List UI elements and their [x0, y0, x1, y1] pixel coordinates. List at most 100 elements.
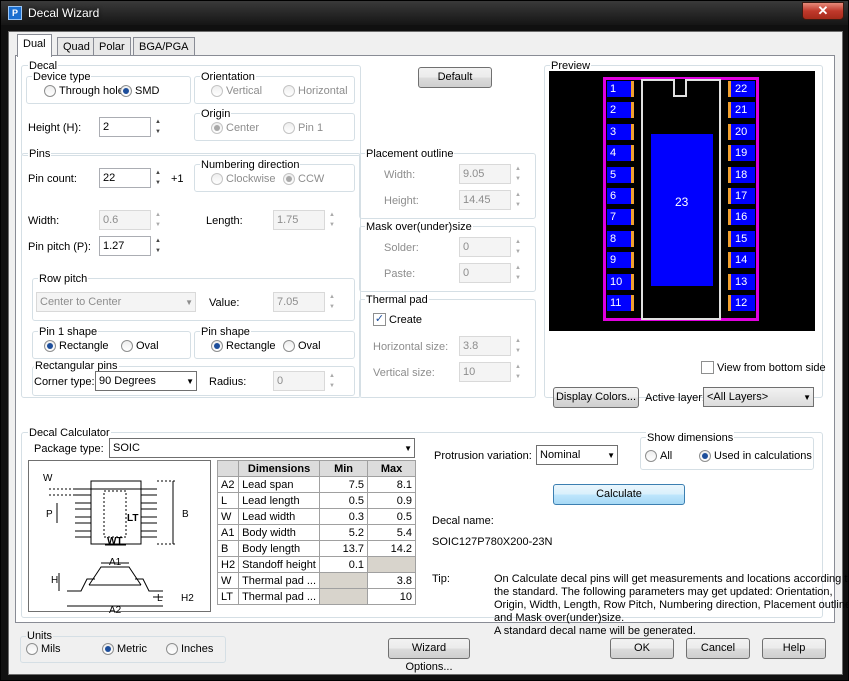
pin1-rectangle-radio[interactable]: Rectangle	[44, 340, 109, 352]
table-cell-code: H2	[216, 556, 240, 573]
table-cell-min[interactable]	[319, 572, 369, 589]
tab-bga-pga[interactable]: BGA/PGA	[133, 37, 195, 56]
row-pitch-mode-select[interactable]: Center to Center ▼	[36, 292, 196, 312]
tip-label: Tip:	[432, 573, 450, 585]
placement-height-spinner[interactable]: ▲ ▼	[512, 190, 524, 210]
soic-outline-drawing: W P B LT WT A1 H L H2 A2	[43, 473, 194, 616]
smd-radio[interactable]: SMD	[120, 85, 159, 97]
vertical-size-input[interactable]: 10	[459, 362, 511, 382]
dim-w-label: W	[43, 473, 53, 484]
placement-width-spinner[interactable]: ▲ ▼	[512, 164, 524, 184]
origin-center-radio[interactable]: Center	[211, 122, 259, 134]
dim-b-label: B	[182, 509, 189, 520]
pin-rectangle-radio[interactable]: Rectangle	[211, 340, 276, 352]
cancel-button[interactable]: Cancel	[686, 638, 750, 659]
table-cell-code: A2	[216, 476, 240, 493]
table-cell-min[interactable]: 0.3	[319, 508, 369, 525]
pin-count-input[interactable]: 22	[99, 168, 151, 188]
radius-spinner[interactable]: ▲ ▼	[326, 371, 338, 391]
table-cell-code: B	[216, 540, 240, 557]
table-cell-min[interactable]: 0.5	[319, 492, 369, 509]
tab-polar[interactable]: Polar	[93, 37, 131, 56]
active-layer-select[interactable]: <All Layers> ▼	[703, 387, 814, 407]
radius-input[interactable]: 0	[273, 371, 325, 391]
close-button[interactable]: ✕	[802, 2, 844, 20]
calculate-button[interactable]: Calculate	[553, 484, 685, 505]
default-button[interactable]: Default	[418, 67, 492, 88]
table-cell-max[interactable]: 10	[367, 588, 417, 605]
table-cell-name: Lead span	[238, 476, 321, 493]
table-row: A1 Body width 5.2 5.4	[216, 524, 417, 541]
horizontal-size-spinner[interactable]: ▲ ▼	[512, 336, 524, 356]
row-pitch-value-label: Value:	[209, 297, 240, 309]
pin-pitch-spinner[interactable]: ▲ ▼	[152, 236, 164, 256]
table-cell-max[interactable]	[367, 556, 417, 573]
solder-spinner[interactable]: ▲ ▼	[512, 237, 524, 257]
table-cell-min[interactable]: 7.5	[319, 476, 369, 493]
table-row: H2 Standoff height 0.1	[216, 556, 417, 573]
table-row: W Lead width 0.3 0.5	[216, 508, 417, 525]
pin-length-spinner[interactable]: ▲ ▼	[326, 210, 338, 230]
height-input[interactable]: 2	[99, 117, 151, 137]
dim-h2-label: H2	[181, 593, 194, 604]
pin1-oval-radio[interactable]: Oval	[121, 340, 159, 352]
table-cell-max[interactable]: 0.9	[367, 492, 417, 509]
pin-width-spinner[interactable]: ▲ ▼	[152, 210, 164, 230]
row-pitch-value-spinner[interactable]: ▲ ▼	[326, 292, 338, 312]
pin-oval-radio[interactable]: Oval	[283, 340, 321, 352]
tab-dual[interactable]: Dual	[17, 34, 52, 57]
origin-pin1-radio[interactable]: Pin 1	[283, 122, 323, 134]
help-button[interactable]: Help	[762, 638, 826, 659]
table-cell-max[interactable]: 14.2	[367, 540, 417, 557]
vertical-radio[interactable]: Vertical	[211, 85, 262, 97]
ok-button[interactable]: OK	[610, 638, 674, 659]
clockwise-radio[interactable]: Clockwise	[211, 173, 276, 185]
show-used-radio[interactable]: Used in calculations	[699, 450, 812, 462]
units-metric-radio[interactable]: Metric	[102, 643, 147, 655]
view-bottom-checkbox[interactable]: View from bottom side	[701, 361, 826, 374]
table-cell-max[interactable]: 8.1	[367, 476, 417, 493]
numbering-direction-label: Numbering direction	[200, 159, 301, 171]
horizontal-size-input[interactable]: 3.8	[459, 336, 511, 356]
preview-pin: 4	[607, 145, 634, 162]
solder-input[interactable]: 0	[459, 237, 511, 257]
table-cell-name: Thermal pad ...	[238, 572, 321, 589]
horizontal-radio[interactable]: Horizontal	[283, 85, 348, 97]
show-all-radio[interactable]: All	[645, 450, 672, 462]
table-cell-max[interactable]: 5.4	[367, 524, 417, 541]
corner-type-select[interactable]: 90 Degrees ▼	[95, 371, 197, 391]
table-cell-min[interactable]	[319, 588, 369, 605]
table-cell-min[interactable]: 5.2	[319, 524, 369, 541]
ccw-radio[interactable]: CCW	[283, 173, 324, 185]
placement-height-input[interactable]: 14.45	[459, 190, 511, 210]
vertical-size-spinner[interactable]: ▲ ▼	[512, 362, 524, 382]
display-colors-button[interactable]: Display Colors...	[553, 387, 639, 408]
units-inches-radio[interactable]: Inches	[166, 643, 213, 655]
paste-spinner[interactable]: ▲ ▼	[512, 263, 524, 283]
table-cell-min[interactable]: 13.7	[319, 540, 369, 557]
through-hole-radio[interactable]: Through hole	[44, 85, 124, 97]
preview-canvas[interactable]: 23 1 2 3 4 5 6 7 8 9 10 11 22 21 20 19 18 17 16 15 14 13 12	[549, 71, 815, 331]
row-pitch-value-input[interactable]: 7.05	[273, 292, 325, 312]
pin-width-input[interactable]: 0.6	[99, 210, 151, 230]
protrusion-select[interactable]: Nominal ▼	[536, 445, 618, 465]
pin-pitch-input[interactable]: 1.27	[99, 236, 151, 256]
pin-length-input[interactable]: 1.75	[273, 210, 325, 230]
units-mils-radio[interactable]: Mils	[26, 643, 61, 655]
table-cell-name: Body length	[238, 540, 321, 557]
tab-quad[interactable]: Quad	[57, 37, 96, 56]
table-cell-min[interactable]: 0.1	[319, 556, 369, 573]
wizard-options-button[interactable]: Wizard Options...	[388, 638, 470, 673]
package-type-select[interactable]: SOIC ▼	[109, 438, 415, 458]
preview-pin: 2	[607, 102, 634, 119]
placement-width-input[interactable]: 9.05	[459, 164, 511, 184]
title-bar[interactable]: P Decal Wizard ✕	[1, 1, 848, 25]
height-spinner[interactable]: ▲ ▼	[152, 117, 164, 137]
table-cell-name: Lead length	[238, 492, 321, 509]
create-thermal-checkbox[interactable]: ✓ Create	[373, 313, 422, 326]
show-dimensions-label: Show dimensions	[646, 432, 735, 444]
table-cell-max[interactable]: 0.5	[367, 508, 417, 525]
table-cell-max[interactable]: 3.8	[367, 572, 417, 589]
paste-input[interactable]: 0	[459, 263, 511, 283]
pin-count-spinner[interactable]: ▲ ▼	[152, 168, 164, 188]
